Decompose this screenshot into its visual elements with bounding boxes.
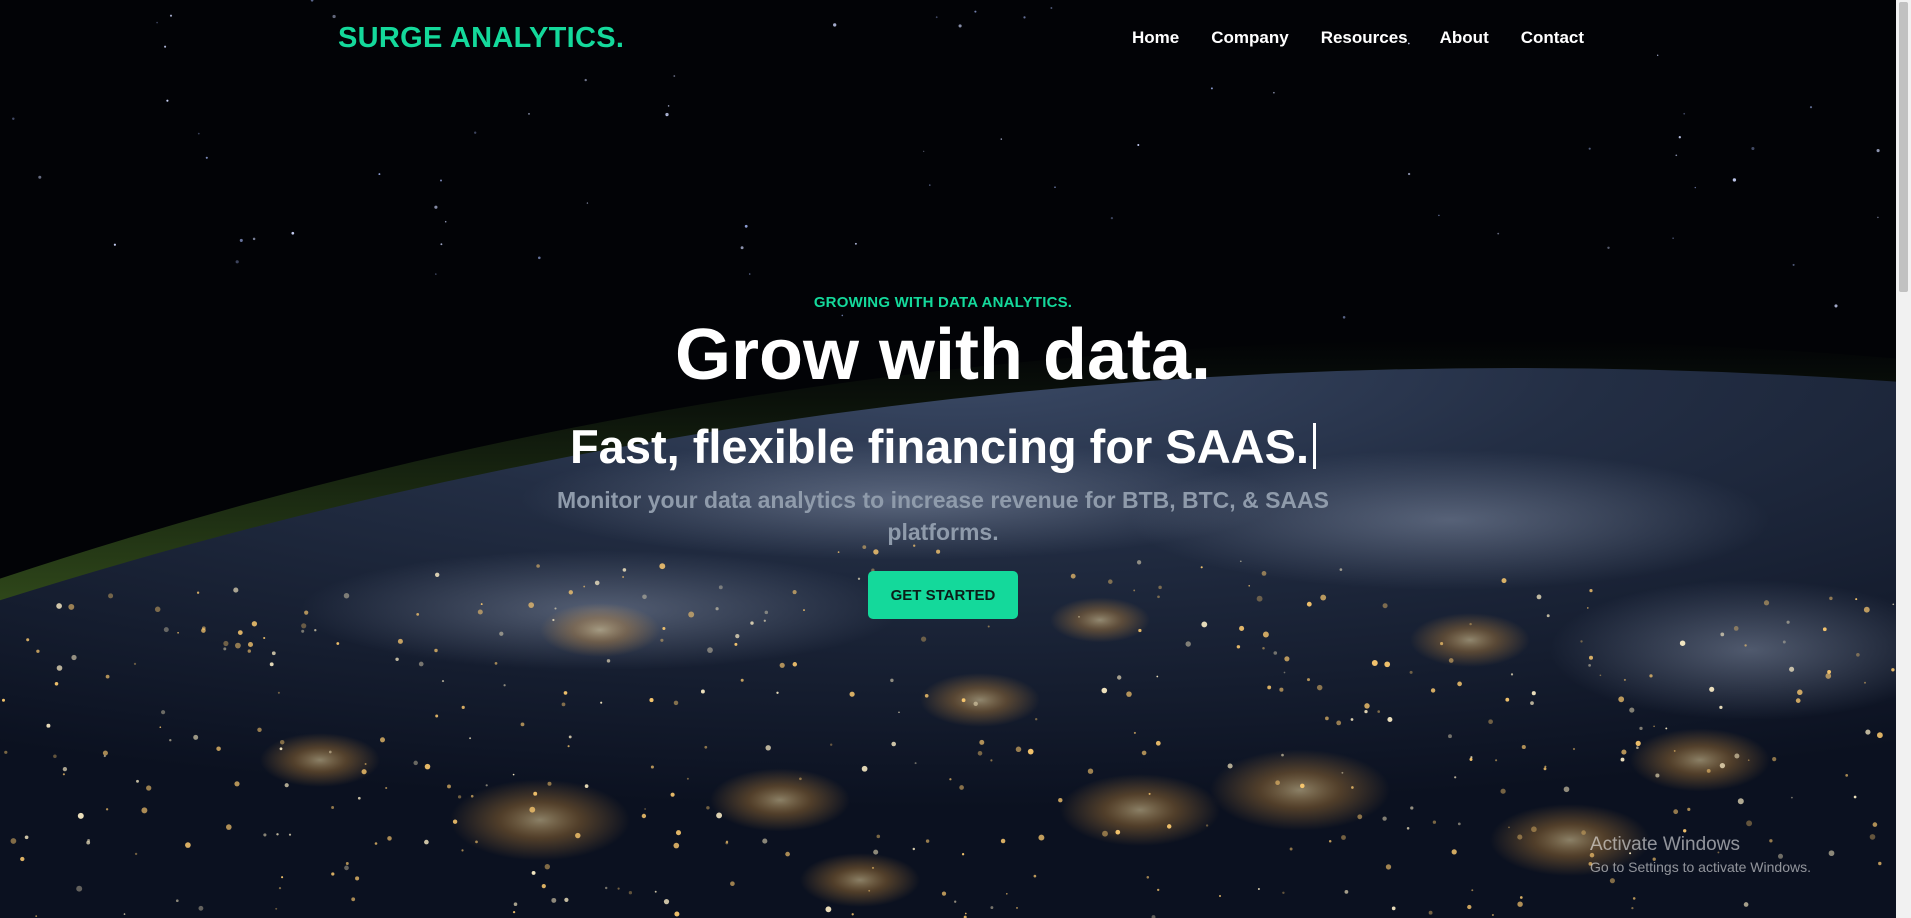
nav-item-about: About — [1440, 28, 1489, 48]
brand-logo[interactable]: SURGE ANALYTICS. — [338, 22, 624, 55]
nav-link-contact[interactable]: Contact — [1521, 28, 1584, 48]
hero-eyebrow: GROWING WITH DATA ANALYTICS. — [813, 294, 1073, 311]
get-started-button[interactable]: GET STARTED — [868, 571, 1018, 619]
watermark-title: Activate Windows — [1590, 834, 1740, 855]
nav-link-resources[interactable]: Resources — [1321, 28, 1408, 48]
nav-link-company[interactable]: Company — [1211, 28, 1288, 48]
watermark-subtitle: Go to Settings to activate Windows. — [1590, 859, 1811, 875]
nav-item-resources: Resources — [1321, 28, 1408, 48]
nav-item-company: Company — [1211, 28, 1288, 48]
nav-menu: Home Company Resources About Contact — [1132, 28, 1584, 48]
nav-item-contact: Contact — [1521, 28, 1584, 48]
page-scrollbar[interactable] — [1896, 0, 1911, 918]
top-navbar: SURGE ANALYTICS. Home Company Resources … — [0, 0, 1896, 80]
typed-text: Fast, flexible financing for SAAS. — [569, 420, 1310, 473]
hero-typed-subheadline: Fast, flexible financing for SAAS. — [0, 416, 1886, 478]
typing-cursor — [1313, 423, 1317, 469]
viewport: SURGE ANALYTICS. Home Company Resources … — [0, 0, 1911, 918]
hero-headline: Grow with data. — [674, 315, 1212, 395]
nav-link-about[interactable]: About — [1440, 28, 1489, 48]
nav-link-home[interactable]: Home — [1132, 28, 1179, 48]
scrollbar-thumb[interactable] — [1899, 2, 1908, 292]
windows-activation-watermark: Activate Windows Go to Settings to activ… — [1590, 833, 1811, 877]
hero-description: Monitor your data analytics to increase … — [557, 487, 1329, 545]
nav-item-home: Home — [1132, 28, 1179, 48]
